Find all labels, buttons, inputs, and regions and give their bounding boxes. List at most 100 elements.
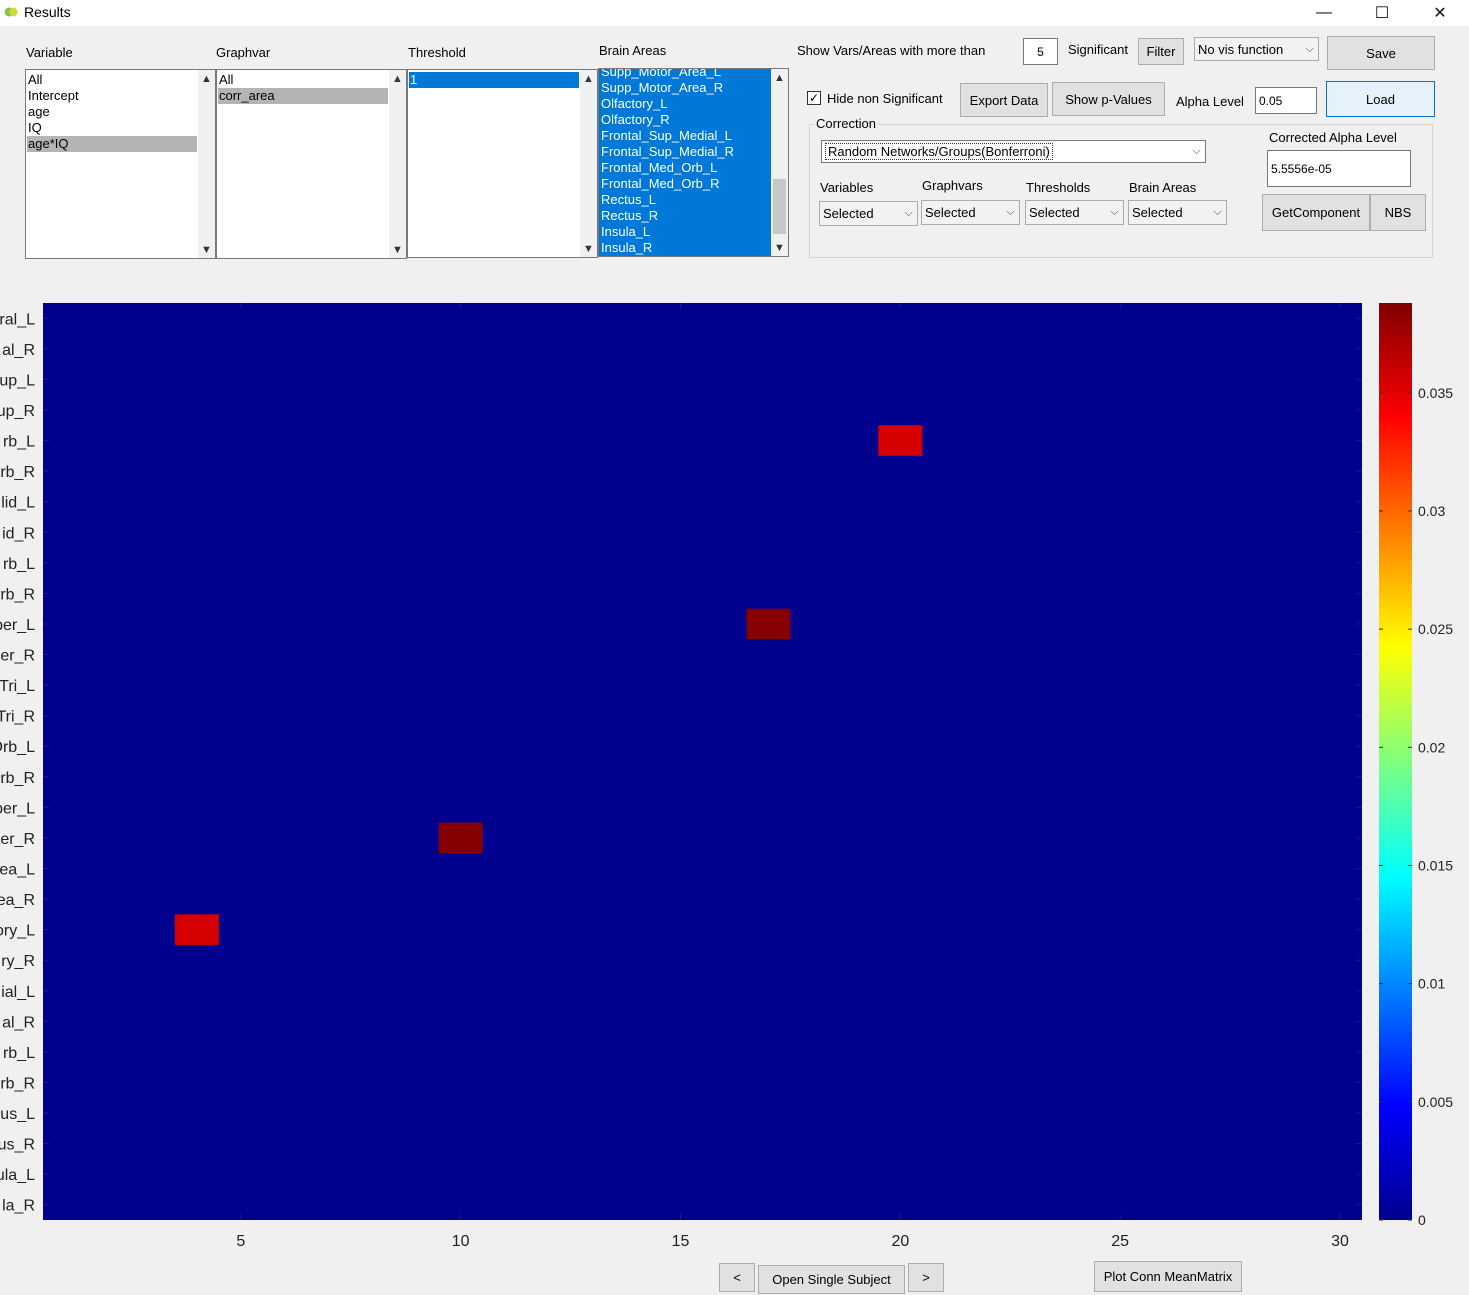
colorbar-tick-label: 0.01 xyxy=(1418,976,1445,992)
brain-areas-listbox[interactable]: Supp_Motor_Area_L Supp_Motor_Area_R Olfa… xyxy=(598,68,789,257)
hide-non-significant-checkbox[interactable]: ✓ xyxy=(807,91,821,105)
scroll-up-icon[interactable]: ▲ xyxy=(198,70,215,87)
minimize-button[interactable]: — xyxy=(1301,0,1347,26)
variable-item[interactable]: Intercept xyxy=(27,88,197,104)
variable-item[interactable]: All xyxy=(27,72,197,88)
graphvars-filter-select[interactable]: Selected ⌵ xyxy=(921,200,1020,225)
show-vars-label: Show Vars/Areas with more than xyxy=(797,43,986,58)
variable-item[interactable]: IQ xyxy=(27,120,197,136)
save-button[interactable]: Save xyxy=(1327,36,1435,70)
y-tick-label: er_R xyxy=(0,831,35,848)
brain-areas-scrollbar[interactable]: ▲ ▼ xyxy=(771,69,788,256)
show-vars-count-input[interactable]: 5 xyxy=(1023,38,1058,65)
load-button[interactable]: Load xyxy=(1326,81,1435,117)
variables-filter-label: Variables xyxy=(820,180,874,195)
y-tick-label: rb_L xyxy=(3,556,35,573)
y-tick-label: id_R xyxy=(2,525,35,542)
brain-area-item[interactable]: Olfactory_L xyxy=(600,96,770,112)
nbs-button[interactable]: NBS xyxy=(1370,194,1426,231)
open-single-subject-button[interactable]: Open Single Subject xyxy=(758,1265,905,1294)
x-tick-label: 30 xyxy=(1331,1233,1349,1250)
scroll-down-icon[interactable]: ▼ xyxy=(771,239,788,256)
next-button[interactable]: > xyxy=(908,1263,944,1292)
scroll-up-icon[interactable]: ▲ xyxy=(389,70,406,87)
brain-areas-label: Brain Areas xyxy=(599,43,667,58)
colorbar-tick-label: 0.025 xyxy=(1418,621,1453,637)
scroll-up-icon[interactable]: ▲ xyxy=(580,70,597,87)
threshold-scrollbar[interactable]: ▲ ▼ xyxy=(580,70,597,257)
x-tick-label: 25 xyxy=(1111,1233,1129,1250)
variables-filter-select[interactable]: Selected ⌵ xyxy=(819,201,918,226)
heatmap-cell xyxy=(174,914,219,945)
chevron-down-icon: ⌵ xyxy=(1305,42,1314,55)
graphvar-scrollbar[interactable]: ▲ ▼ xyxy=(389,70,406,258)
vis-function-select[interactable]: No vis function ⌵ xyxy=(1194,37,1319,61)
scroll-down-icon[interactable]: ▼ xyxy=(580,240,597,257)
threshold-listbox[interactable]: 1 ▲ ▼ xyxy=(407,69,598,258)
y-tick-label: lid_L xyxy=(1,495,35,512)
graphvars-filter-label: Graphvars xyxy=(922,178,983,193)
brainareas-filter-select[interactable]: Selected ⌵ xyxy=(1128,200,1227,225)
variable-listbox[interactable]: All Intercept age IQ age*IQ ▲ ▼ xyxy=(25,69,216,259)
y-tick-label: us_R xyxy=(0,1137,35,1154)
brain-area-item[interactable]: Supp_Motor_Area_R xyxy=(600,80,770,96)
alpha-level-input[interactable]: 0.05 xyxy=(1255,87,1317,114)
close-button[interactable]: ✕ xyxy=(1417,0,1463,26)
brain-area-item[interactable]: Supp_Motor_Area_L xyxy=(600,69,770,80)
graphvar-item-selected[interactable]: corr_area xyxy=(218,88,388,104)
threshold-label: Threshold xyxy=(408,45,466,60)
colorbar-tick-label: 0.02 xyxy=(1418,739,1445,755)
get-component-button[interactable]: GetComponent xyxy=(1262,194,1370,231)
brain-area-item[interactable]: Frontal_Sup_Medial_R xyxy=(600,144,770,160)
graphvar-label: Graphvar xyxy=(216,45,271,60)
brain-area-item[interactable]: Insula_L xyxy=(600,224,770,240)
y-tick-label: al_R xyxy=(2,1014,35,1031)
app-brain-icon xyxy=(4,7,18,17)
brain-area-item[interactable]: Rectus_L xyxy=(600,192,770,208)
y-tick-label: rb_R xyxy=(0,1075,35,1092)
y-tick-label: ory_L xyxy=(0,923,35,940)
graphvar-listbox[interactable]: All corr_area ▲ ▼ xyxy=(216,69,407,259)
corrected-alpha-input[interactable]: 5.5556e-05 xyxy=(1267,150,1411,187)
scroll-down-icon[interactable]: ▼ xyxy=(198,241,215,258)
variables-filter-value: Selected xyxy=(823,206,874,221)
scroll-thumb[interactable] xyxy=(773,179,786,234)
variable-scrollbar[interactable]: ▲ ▼ xyxy=(198,70,215,258)
y-tick-label: ral_L xyxy=(0,311,35,328)
variable-item-selected[interactable]: age*IQ xyxy=(27,136,197,152)
correction-select[interactable]: Random Networks/Groups(Bonferroni) ⌵ xyxy=(821,140,1206,163)
brain-area-item[interactable]: Frontal_Sup_Medial_L xyxy=(600,128,770,144)
colorbar-tick-label: 0.005 xyxy=(1418,1094,1453,1110)
brain-area-item[interactable]: Rectus_R xyxy=(600,208,770,224)
scroll-down-icon[interactable]: ▼ xyxy=(389,241,406,258)
brain-area-item[interactable]: Frontal_Med_Orb_L xyxy=(600,160,770,176)
colorbar xyxy=(1379,303,1412,1220)
variable-item[interactable]: age xyxy=(27,104,197,120)
thresholds-filter-value: Selected xyxy=(1029,205,1080,220)
brain-area-item[interactable]: Olfactory_R xyxy=(600,112,770,128)
chevron-down-icon: ⌵ xyxy=(1192,145,1201,157)
previous-button[interactable]: < xyxy=(719,1263,755,1292)
colorbar-tick-label: 0 xyxy=(1418,1212,1426,1228)
maximize-button[interactable]: ☐ xyxy=(1359,0,1405,26)
threshold-item-selected[interactable]: 1 xyxy=(409,72,579,88)
variable-label: Variable xyxy=(26,45,73,60)
y-tick-label: rb_R xyxy=(0,464,35,481)
show-p-values-button[interactable]: Show p-Values xyxy=(1052,82,1165,116)
x-tick-label: 20 xyxy=(891,1233,909,1250)
filter-button[interactable]: Filter xyxy=(1138,38,1184,65)
export-data-button[interactable]: Export Data xyxy=(960,83,1048,117)
plot-conn-meanmatrix-button[interactable]: Plot Conn MeanMatrix xyxy=(1094,1261,1242,1292)
y-tick-label: ula_L xyxy=(0,1167,35,1184)
graphvar-item[interactable]: All xyxy=(218,72,388,88)
alpha-level-label: Alpha Level xyxy=(1176,94,1244,109)
colorbar-tick-label: 0.03 xyxy=(1418,503,1445,519)
thresholds-filter-select[interactable]: Selected ⌵ xyxy=(1025,200,1124,225)
y-tick-label: ry_R xyxy=(1,953,35,970)
brainareas-filter-value: Selected xyxy=(1132,205,1183,220)
y-tick-label: Tri_L xyxy=(0,678,35,695)
scroll-up-icon[interactable]: ▲ xyxy=(771,69,788,86)
brain-area-item[interactable]: Insula_R xyxy=(600,240,770,256)
y-tick-label: rb_R xyxy=(0,586,35,603)
brain-area-item[interactable]: Frontal_Med_Orb_R xyxy=(600,176,770,192)
